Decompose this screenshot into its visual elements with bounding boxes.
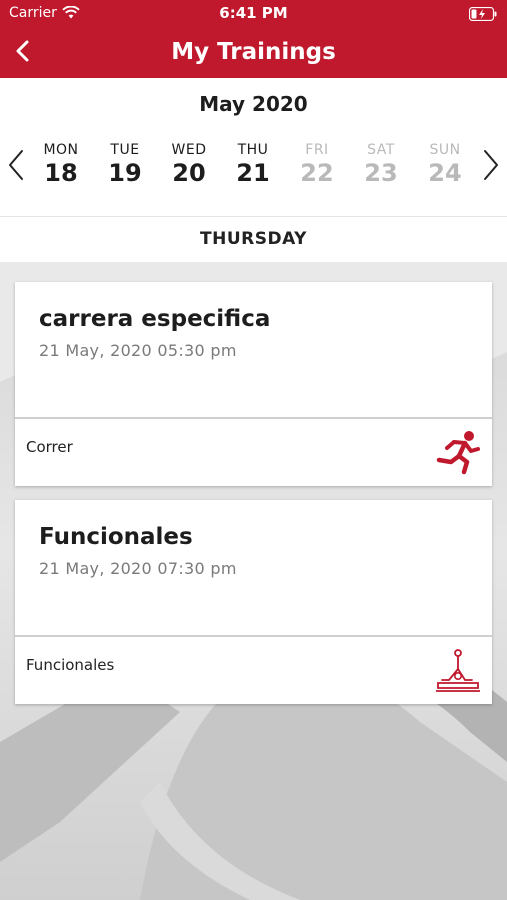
day-number: 24: [428, 159, 462, 187]
training-type: Correr: [26, 438, 73, 456]
day-thursday[interactable]: THU 21: [223, 142, 283, 187]
day-name: FRI: [305, 142, 329, 158]
day-name: TUE: [110, 142, 140, 158]
kettlebell-exercise-icon: [436, 649, 480, 692]
training-title: Funcionales: [39, 524, 193, 550]
day-name: SUN: [429, 142, 461, 158]
day-number: 18: [44, 159, 78, 187]
day-name: MON: [43, 142, 79, 158]
training-title: carrera especifica: [39, 306, 271, 332]
training-card-header: carrera especifica 21 May, 2020 05:30 pm: [15, 282, 492, 419]
previous-week-chevron-icon[interactable]: [4, 148, 28, 182]
day-number: 21: [236, 159, 270, 187]
day-tuesday[interactable]: TUE 19: [95, 142, 155, 187]
selected-weekday-label: THURSDAY: [200, 229, 307, 249]
day-friday: FRI 22: [287, 142, 347, 187]
training-datetime: 21 May, 2020 05:30 pm: [39, 341, 237, 360]
training-card[interactable]: carrera especifica 21 May, 2020 05:30 pm…: [15, 282, 492, 486]
day-number: 22: [300, 159, 334, 187]
month-label: May 2020: [199, 92, 308, 116]
training-type: Funcionales: [26, 656, 115, 674]
training-card-header: Funcionales 21 May, 2020 07:30 pm: [15, 500, 492, 637]
day-number: 23: [364, 159, 398, 187]
selected-day-header: THURSDAY: [0, 216, 507, 262]
training-datetime: 21 May, 2020 07:30 pm: [39, 559, 237, 578]
week-picker: May 2020 MON 18 TUE 19 WED 20 THU 21 FRI…: [0, 78, 507, 214]
running-icon: [436, 431, 480, 475]
next-week-chevron-icon[interactable]: [479, 148, 503, 182]
day-sunday: SUN 24: [415, 142, 475, 187]
day-monday[interactable]: MON 18: [31, 142, 91, 187]
day-saturday: SAT 23: [351, 142, 411, 187]
navigation-bar: My Trainings: [0, 28, 507, 78]
day-name: THU: [237, 142, 269, 158]
training-card-footer: Correr: [15, 419, 492, 486]
day-number: 20: [172, 159, 206, 187]
day-wednesday[interactable]: WED 20: [159, 142, 219, 187]
day-number: 19: [108, 159, 142, 187]
training-card-footer: Funcionales: [15, 637, 492, 704]
day-name: SAT: [367, 142, 395, 158]
training-card[interactable]: Funcionales 21 May, 2020 07:30 pm Funcio…: [15, 500, 492, 704]
page-title: My Trainings: [171, 39, 336, 65]
battery-icon: [469, 7, 497, 21]
clock: 6:41 PM: [219, 4, 288, 22]
day-name: WED: [171, 142, 207, 158]
status-bar: Carrier 6:41 PM: [0, 0, 507, 28]
